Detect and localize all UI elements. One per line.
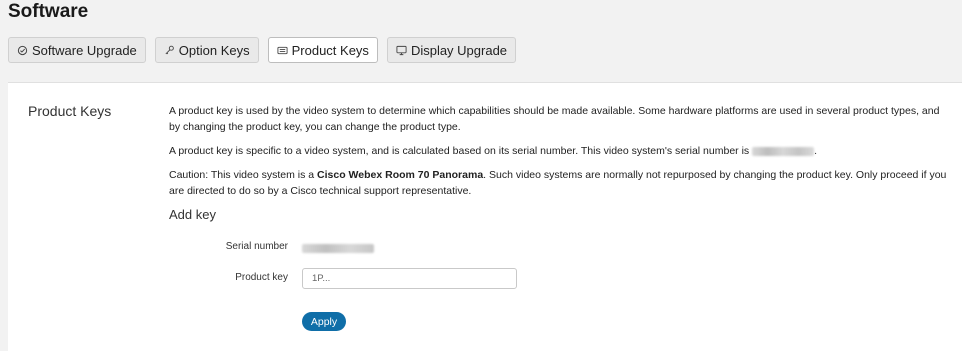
tab-option-keys[interactable]: Option Keys	[154, 37, 259, 63]
tab-label: Display Upgrade	[410, 42, 508, 58]
tab-software-upgrade[interactable]: Software Upgrade	[8, 37, 146, 63]
tab-display-upgrade[interactable]: Display Upgrade	[386, 37, 517, 63]
display-icon	[396, 45, 407, 56]
device-model: Cisco Webex Room 70 Panorama	[317, 169, 484, 181]
serial-text: A product key is specific to a video sys…	[169, 145, 750, 157]
product-key-label: Product key	[235, 272, 288, 283]
caution-text: Caution: This video system is a Cisco We…	[169, 167, 949, 199]
tab-label: Product Keys	[291, 42, 369, 58]
panel-content: A product key is used by the video syste…	[169, 103, 949, 222]
serial-number-description: A product key is specific to a video sys…	[169, 143, 949, 159]
key-icon	[164, 45, 175, 56]
product-key-description: A product key is used by the video syste…	[169, 105, 940, 133]
keyboard-icon	[277, 45, 288, 56]
page-title: Software	[8, 1, 89, 22]
add-key-title: Add key	[169, 207, 216, 222]
serial-text-end: .	[814, 145, 818, 157]
tab-bar: Software Upgrade Option Keys Product Key…	[8, 37, 525, 63]
tab-label: Software Upgrade	[32, 42, 137, 58]
section-title: Product Keys	[28, 103, 112, 119]
serial-number-label: Serial number	[225, 241, 288, 252]
product-key-input[interactable]	[302, 268, 517, 289]
redacted-serial-number	[752, 146, 815, 156]
redacted-serial-value	[302, 244, 374, 253]
product-keys-panel: Product Keys A product key is used by th…	[8, 82, 962, 351]
tab-label: Option Keys	[178, 42, 250, 58]
caution-prefix: Caution: This video system is a	[169, 169, 315, 181]
tab-product-keys[interactable]: Product Keys	[267, 37, 378, 63]
upgrade-icon	[17, 45, 28, 56]
apply-button[interactable]: Apply	[302, 312, 346, 331]
